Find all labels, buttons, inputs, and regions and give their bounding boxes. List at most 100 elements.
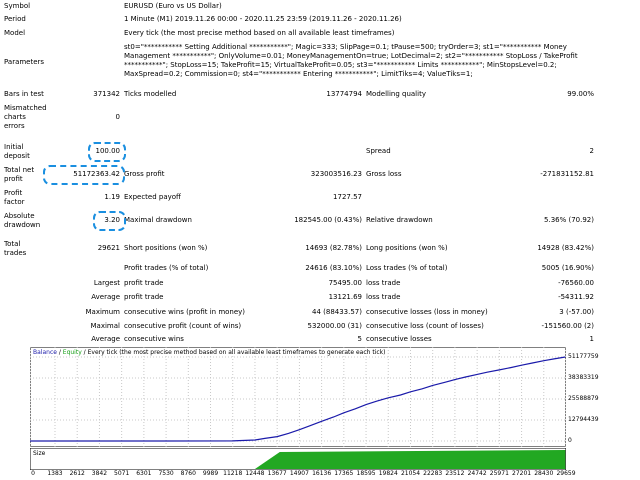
chart-legend: Balance / Equity / Every tick (the most … [33,349,386,357]
quality-value: 99.00% [567,90,594,98]
model-label: Model [4,29,26,37]
x-tick-label: 22283 [423,470,443,477]
maximal-drawdown-value: 182545.00 (0.43%) [294,216,362,224]
x-tick-label: 11218 [223,470,243,477]
ticks-value: 13774794 [326,90,362,98]
avg-consecutive-losses-label: consecutive losses [366,335,432,343]
x-tick-label: 7530 [158,470,174,477]
period-label: Period [4,15,26,23]
x-tick-label: 13677 [267,470,287,477]
x-tick-label: 12448 [245,470,265,477]
size-chart [30,448,566,470]
avg-consecutive-losses-value: 1 [589,335,594,343]
spread-label: Spread [366,147,391,155]
long-positions-label: Long positions (won %) [366,244,448,252]
x-tick-label: 21054 [400,470,421,477]
avg-consecutive-wins-value: 5 [357,335,362,343]
x-tick-label: 5071 [114,470,130,477]
avg-consecutive-label: Average [91,335,120,343]
period-value: 1 Minute (M1) 2019.11.26 00:00 - 2020.11… [124,15,402,23]
parameters-label: Parameters [4,58,45,66]
largest-loss-label: loss trade [366,279,401,287]
gross-loss-label: Gross loss [366,170,402,178]
net-profit-highlight [43,165,125,185]
legend-description: / Every tick (the most precise method ba… [81,349,386,356]
maximal-consecutive-profit-value: 532000.00 (31) [307,322,362,330]
parameters-line: MaxSpread=0.2; Commission=0; st4="******… [124,70,473,78]
legend-balance: Balance [33,349,57,356]
model-value: Every tick (the most precise method base… [124,29,395,37]
total-trades-label: Total [4,240,21,248]
loss-trades-value: 5005 (16.90%) [541,264,594,272]
short-positions-value: 14693 (82.78%) [305,244,362,252]
max-consecutive-wins-value: 44 (88433.57) [312,308,362,316]
largest-label: Largest [93,279,120,287]
x-tick-label: 25971 [489,470,509,477]
relative-drawdown-label: Relative drawdown [366,216,433,224]
average-profit-label: profit trade [124,293,164,301]
max-consecutive-losses-value: 3 (-57.00) [559,308,594,316]
parameters-line: st0="*********** Setting Additional ****… [124,43,567,51]
parameters-line: ***********"; StopLoss=15; TakeProfit=15… [124,61,557,69]
x-tick-label: 16136 [312,470,332,477]
x-tick-label: 0 [31,470,35,477]
expected-payoff-label: Expected payoff [124,193,181,201]
x-tick-label: 27201 [512,470,532,477]
x-tick-label: 19824 [378,470,398,477]
symbol-value: EURUSD (Euro vs US Dollar) [124,2,222,10]
x-tick-label: 14907 [289,470,309,477]
x-tick-label: 1383 [47,470,63,477]
y-tick-label: 12794439 [568,416,599,423]
y-tick-label: 51177759 [568,353,599,360]
average-label: Average [91,293,120,301]
legend-equity: Equity [62,349,82,356]
x-tick-label: 18595 [356,470,376,477]
x-tick-label: 28430 [534,470,554,477]
long-positions-value: 14928 (83.42%) [537,244,594,252]
y-tick-label: 38383319 [568,374,599,381]
balance-equity-chart [30,347,566,447]
y-tick-label: 25588879 [568,395,599,402]
x-tick-label: 29659 [556,470,576,477]
mismatched-label: errors [4,122,25,130]
average-loss-value: -54311.92 [558,293,594,301]
average-profit-value: 13121.69 [328,293,362,301]
max-consecutive-wins-label: consecutive wins (profit in money) [124,308,246,316]
max-consecutive-losses-label: consecutive losses (loss in money) [366,308,488,316]
spread-value: 2 [589,147,594,155]
maximal-label: Maximal [90,322,120,330]
maximal-consecutive-profit-label: consecutive profit (count of wins) [124,322,242,330]
gross-profit-value: 323003516.23 [310,170,362,178]
profit-trades-label: Profit trades (% of total) [124,264,209,272]
expected-payoff-value: 1727.57 [333,193,362,201]
largest-loss-value: -76560.00 [558,279,594,287]
profit-trades-value: 24616 (83.10%) [305,264,362,272]
x-tick-label: 2612 [69,470,85,477]
mismatched-label: Mismatched [4,104,47,112]
average-loss-label: loss trade [366,293,401,301]
parameters-line: Management ***********"; OnlyVolume=0.01… [124,52,578,60]
maximal-consecutive-loss-value: -151560.00 (2) [541,322,594,330]
mismatched-label: charts [4,113,26,121]
bars-value: 371342 [93,90,120,98]
symbol-label: Symbol [4,2,31,10]
size-label: Size [33,450,46,457]
maximum-label: Maximum [85,308,121,316]
y-tick-label: 0 [568,437,572,444]
mismatched-value: 0 [115,113,120,121]
x-tick-label: 23512 [445,470,465,477]
relative-drawdown-value: 5.36% (70.92) [544,216,594,224]
largest-profit-value: 75495.00 [328,279,362,287]
absolute-drawdown-label: drawdown [4,221,41,229]
x-tick-label: 3842 [91,470,108,477]
initial-deposit-label: deposit [4,152,30,160]
net-profit-label: Total net [4,166,35,174]
quality-label: Modelling quality [366,90,426,98]
gross-profit-label: Gross profit [124,170,165,178]
initial-deposit-highlight [88,142,126,162]
total-trades-label: trades [4,249,27,257]
size-bars [254,450,566,469]
bars-label: Bars in test [4,90,44,98]
loss-trades-label: Loss trades (% of total) [366,264,448,272]
gross-loss-value: -271831152.81 [540,170,594,178]
